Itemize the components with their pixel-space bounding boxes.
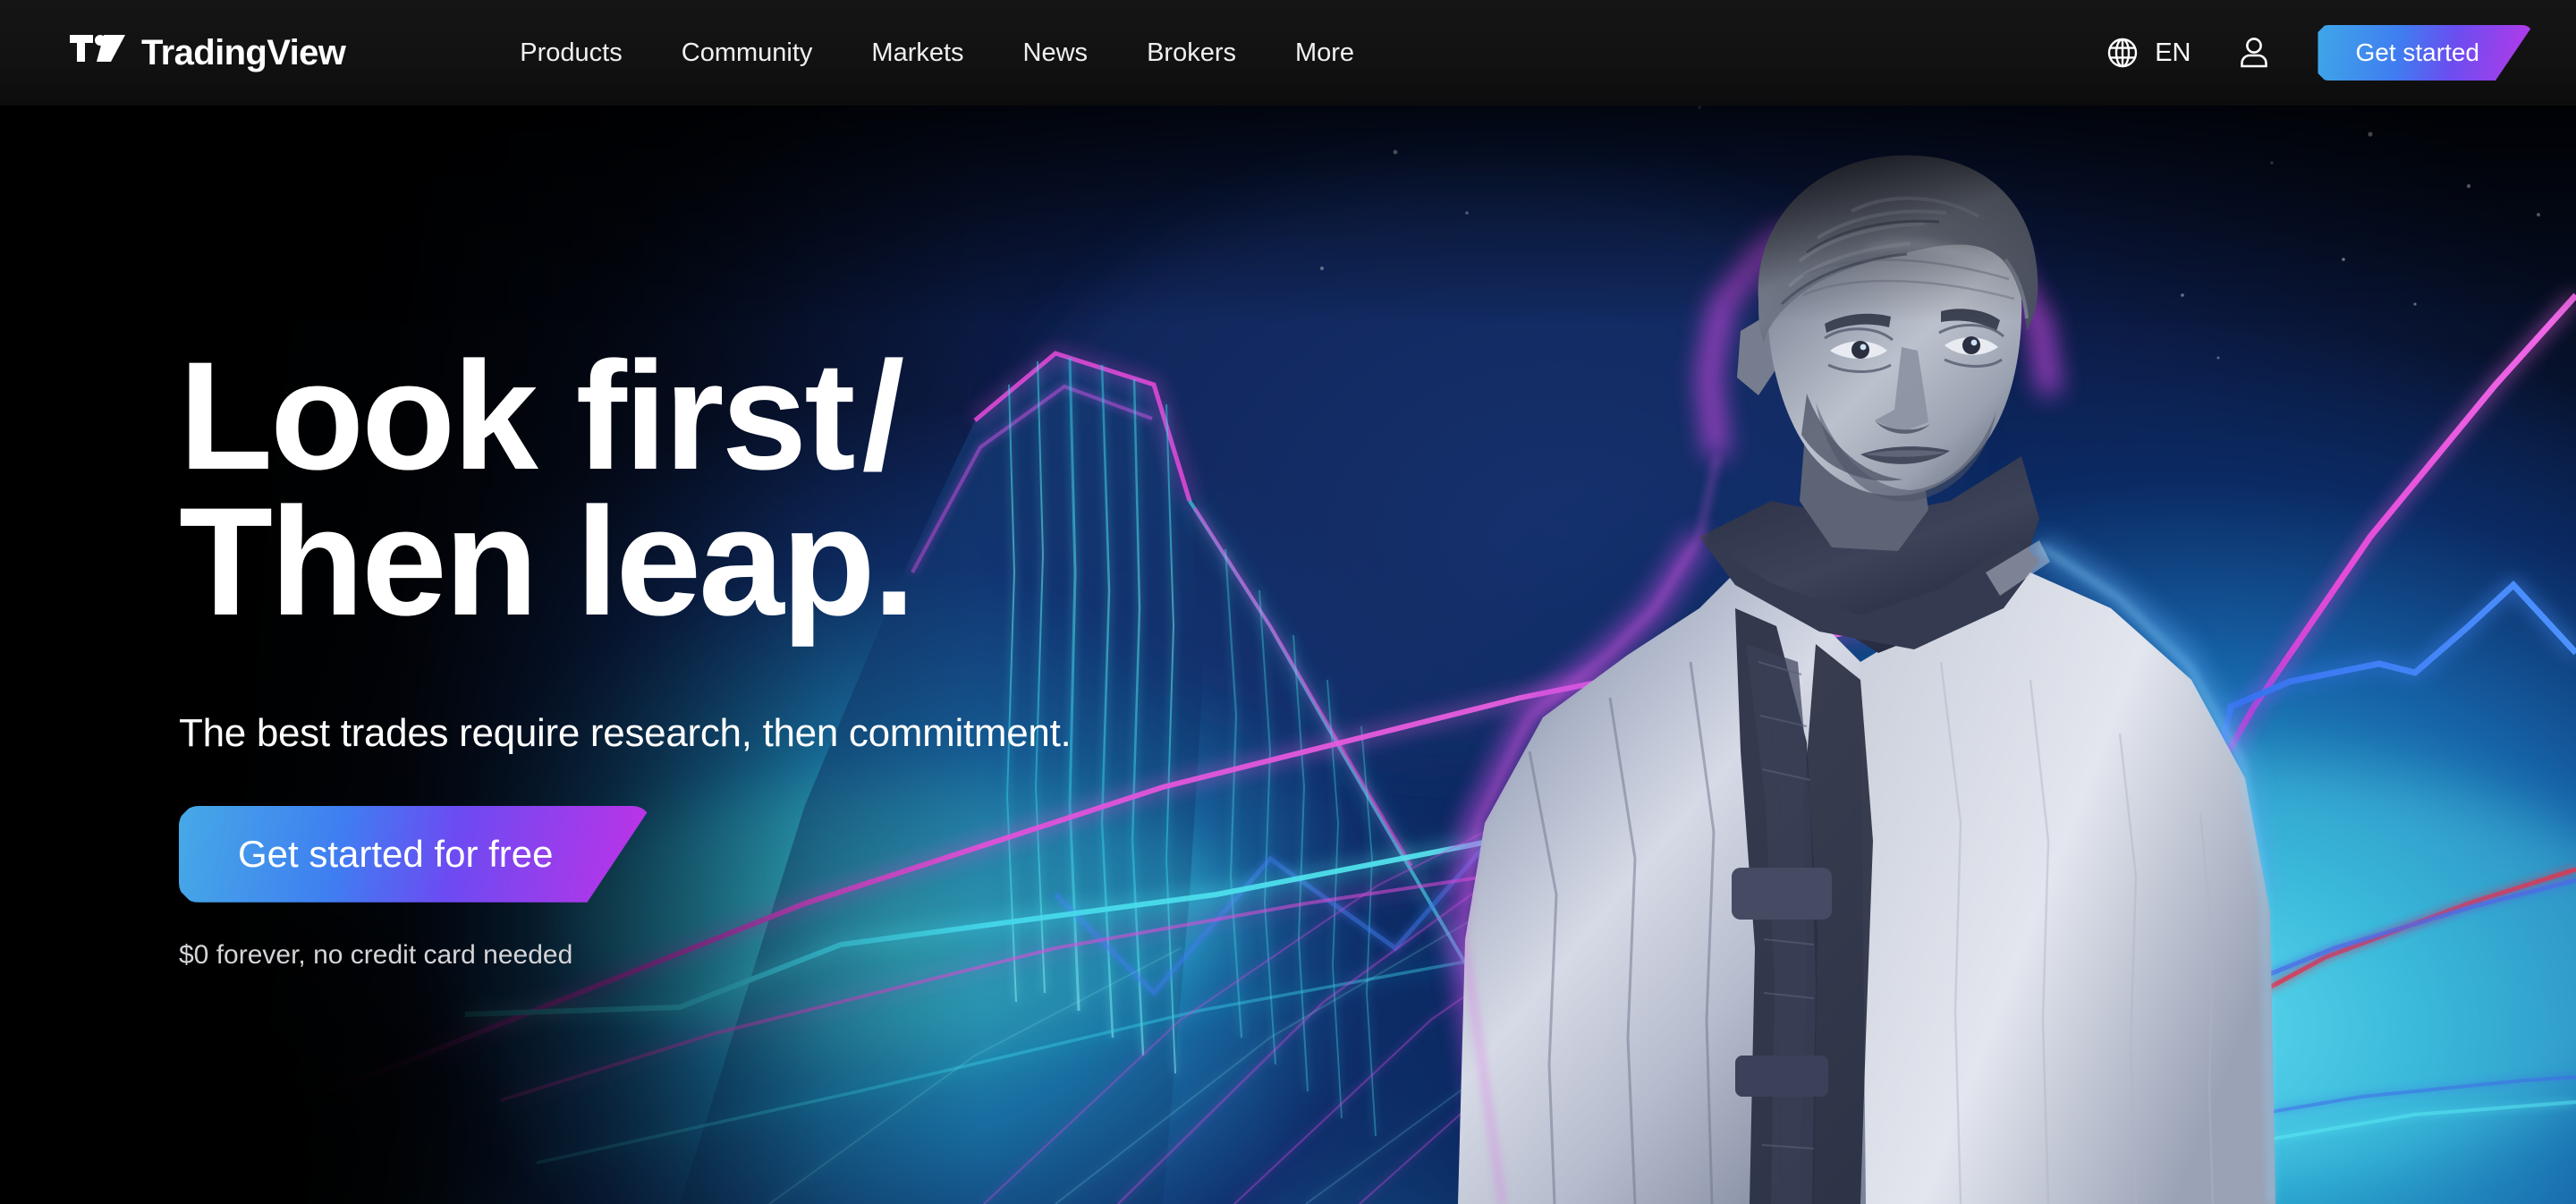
main-navigation: Products Community Markets News Brokers … [490,0,1384,106]
nav-item-more[interactable]: More [1266,0,1384,106]
hero-headline: Look first/ Then leap. [179,339,1071,649]
header-get-started-button[interactable]: Get started [2318,25,2533,81]
header-get-started-label: Get started [2355,38,2479,66]
nav-item-community[interactable]: Community [652,0,843,106]
user-icon [2241,38,2268,68]
tradingview-landing-page: TradingView Products Community Markets N… [0,0,2576,1204]
language-label: EN [2155,38,2191,67]
hero-headline-line-2: Then leap. [179,476,916,649]
hero-get-started-free-button[interactable]: Get started for free [179,806,652,903]
hero-fineprint: $0 forever, no credit card needed [179,939,573,970]
header-actions: EN Get started [2083,25,2533,81]
hero-headline-line-1: Look first/ [179,339,1071,493]
nav-item-news[interactable]: News [994,0,1118,106]
hero-copy-block: Look first/ Then leap. The best trades r… [179,339,1072,971]
tradingview-logo-text: TradingView [141,32,346,72]
site-header: TradingView Products Community Markets N… [0,0,2576,106]
globe-icon [2107,38,2138,68]
nav-item-products[interactable]: Products [490,0,651,106]
nav-item-brokers[interactable]: Brokers [1117,0,1266,106]
language-selector[interactable]: EN [2083,33,2210,72]
tradingview-logo-mark-icon [70,35,125,62]
hero-subheadline: The best trades require research, then c… [179,710,1072,755]
account-button[interactable] [2210,34,2298,72]
hero-cta-label: Get started for free [238,832,554,875]
tradingview-logo[interactable]: TradingView [70,32,346,73]
nav-item-markets[interactable]: Markets [842,0,993,106]
